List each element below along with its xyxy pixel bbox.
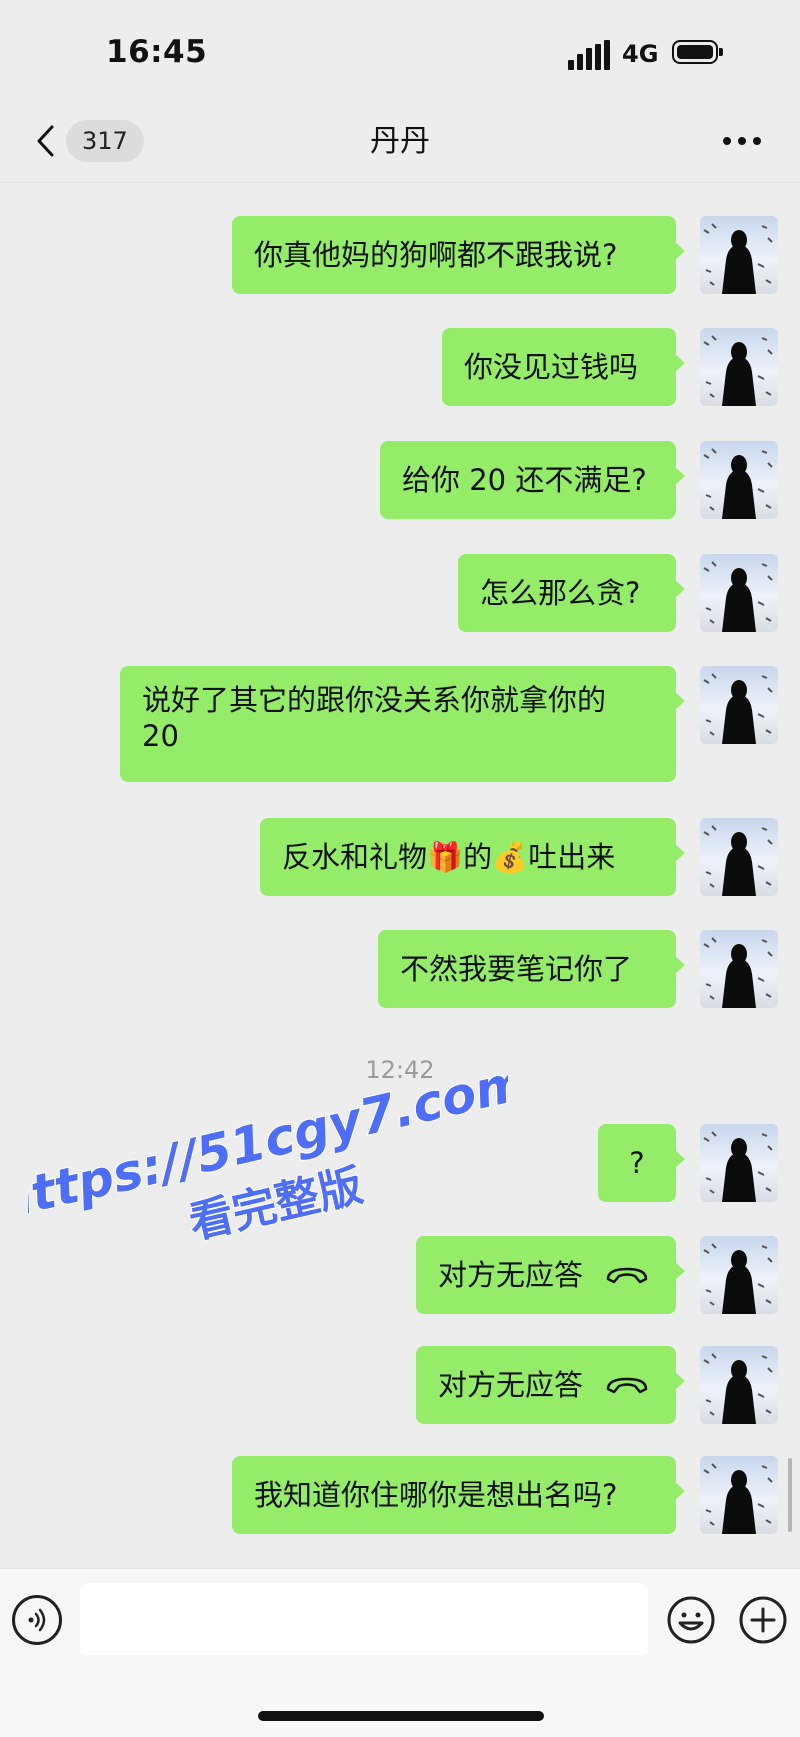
message-text: 给你 20 还不满足? <box>402 463 647 497</box>
call-record-bubble[interactable]: 对方无应答 <box>416 1236 685 1314</box>
smiley-icon <box>667 1596 715 1644</box>
watermark-url: https://51cgy7.com <box>28 1070 508 1231</box>
avatar[interactable] <box>700 666 778 744</box>
avatar[interactable] <box>700 441 778 519</box>
more-functions-button[interactable] <box>738 1595 788 1645</box>
message-text: 对方无应答 <box>438 1368 584 1402</box>
message-text: 你真他妈的狗啊都不跟我说? <box>254 238 618 272</box>
message-text-line: 20 <box>142 719 179 753</box>
avatar[interactable] <box>700 1236 778 1314</box>
emoji-button[interactable] <box>666 1595 716 1645</box>
message-text-line: 说好了其它的跟你没关系你就拿你的 <box>142 683 607 717</box>
message-bubble[interactable]: 你真他妈的狗啊都不跟我说? <box>232 216 685 294</box>
voice-icon <box>28 1608 46 1632</box>
avatar[interactable] <box>700 1124 778 1202</box>
more-dots-icon <box>723 137 761 145</box>
chevron-left-icon <box>37 125 54 157</box>
avatar[interactable] <box>700 930 778 1008</box>
avatar[interactable] <box>700 1456 778 1534</box>
unread-count-badge[interactable]: 317 <box>66 120 144 162</box>
message-text: 不然我要笔记你了 <box>400 952 633 986</box>
more-options-button[interactable] <box>718 126 766 156</box>
message-bubble[interactable]: 给你 20 还不满足? <box>380 441 685 519</box>
status-bar: 16:45 4G <box>0 0 800 100</box>
avatar[interactable] <box>700 818 778 896</box>
message-text: 的 <box>463 840 493 874</box>
signal-icon <box>568 40 610 70</box>
message-bubble[interactable]: 我知道你住哪你是想出名吗? <box>232 1456 685 1534</box>
message-text: 我知道你住哪你是想出名吗? <box>254 1478 618 1512</box>
message-input[interactable] <box>80 1583 648 1655</box>
message-text: 对方无应答 <box>438 1258 584 1292</box>
message-text: ? <box>629 1146 645 1180</box>
message-timestamp: 12:42 <box>365 1056 435 1084</box>
phone-hangup-icon <box>606 1377 648 1394</box>
watermark-caption: 看完整版 <box>185 1160 368 1249</box>
input-bar <box>0 1568 800 1737</box>
phone-hangup-icon <box>606 1267 648 1284</box>
battery-icon <box>672 40 723 64</box>
avatar[interactable] <box>700 1346 778 1424</box>
back-button[interactable] <box>30 122 60 160</box>
message-text: 反水和礼物 <box>282 840 428 874</box>
gift-emoji-icon: 🎁 <box>427 840 464 874</box>
message-bubble[interactable]: ? <box>598 1124 685 1202</box>
network-type: 4G <box>622 40 659 68</box>
chat-header: 317 丹丹 <box>0 100 800 183</box>
voice-input-button[interactable] <box>12 1595 62 1645</box>
message-bubble[interactable]: 反水和礼物 🎁 的 💰 吐出来 <box>260 818 685 896</box>
avatar[interactable] <box>700 216 778 294</box>
avatar[interactable] <box>700 328 778 406</box>
scrollbar[interactable] <box>788 1458 792 1532</box>
avatar[interactable] <box>700 554 778 632</box>
message-bubble[interactable]: 怎么那么贪? <box>458 554 685 632</box>
status-time: 16:45 <box>106 34 208 70</box>
message-bubble[interactable]: 说好了其它的跟你没关系你就拿你的 20 <box>120 666 685 782</box>
home-indicator[interactable] <box>258 1711 544 1721</box>
message-text: 怎么那么贪? <box>480 576 641 610</box>
message-text: 吐出来 <box>528 840 616 874</box>
message-bubble[interactable]: 你没见过钱吗 <box>442 328 685 406</box>
plus-circle-icon <box>739 1596 787 1644</box>
money-bag-emoji-icon: 💰 <box>492 840 529 874</box>
message-text: 你没见过钱吗 <box>464 350 639 384</box>
call-record-bubble[interactable]: 对方无应答 <box>416 1346 685 1424</box>
message-bubble[interactable]: 不然我要笔记你了 <box>378 930 685 1008</box>
